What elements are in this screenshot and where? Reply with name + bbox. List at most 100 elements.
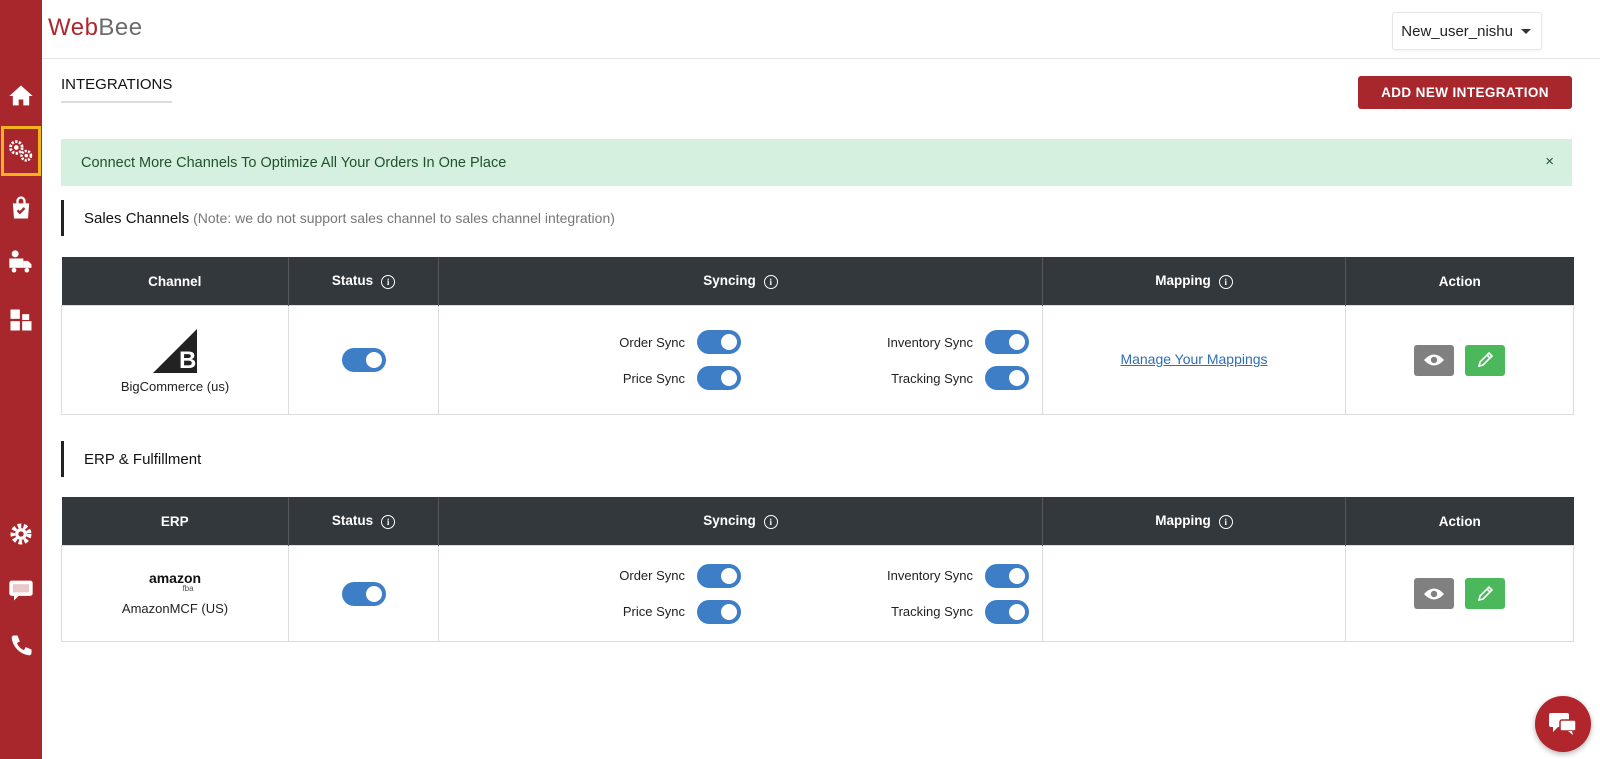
col-action: Action bbox=[1345, 497, 1574, 546]
erp-table: ERP Status i Syncing i Mapping i Action ama… bbox=[61, 497, 1574, 642]
tracking-sync-toggle[interactable] bbox=[985, 366, 1029, 390]
order-sync-toggle[interactable] bbox=[697, 563, 741, 588]
info-icon[interactable]: i bbox=[763, 274, 778, 289]
table-row: B BigCommerce (us) Order Sync Inventory … bbox=[61, 305, 1574, 415]
webbee-logo[interactable]: WebBee bbox=[48, 14, 143, 42]
col-mapping: Mapping i bbox=[1042, 257, 1346, 306]
syncing-cell: Order Sync Inventory Sync Price Sync Tra… bbox=[438, 305, 1043, 415]
status-toggle[interactable] bbox=[341, 581, 386, 606]
inventory-sync-label: Inventory Sync bbox=[887, 568, 973, 583]
tracking-sync-label: Tracking Sync bbox=[891, 370, 973, 386]
view-button[interactable] bbox=[1414, 344, 1455, 376]
table-row: amazon fba AmazonMCF (US) Order Sync Inv… bbox=[61, 545, 1574, 642]
col-mapping: Mapping i bbox=[1042, 497, 1346, 546]
edit-button[interactable] bbox=[1464, 344, 1505, 376]
integrations-gear-icon[interactable] bbox=[1, 126, 41, 176]
inventory-sync-label: Inventory Sync bbox=[887, 334, 973, 350]
live-chat-button[interactable] bbox=[1535, 696, 1591, 752]
view-button[interactable] bbox=[1414, 578, 1455, 609]
top-bar: WebBee New_user_nishu bbox=[42, 0, 1600, 59]
table-header-row: ERP Status i Syncing i Mapping i Action bbox=[61, 497, 1574, 546]
col-status: Status i bbox=[288, 497, 439, 546]
order-sync-label: Order Sync bbox=[619, 568, 685, 583]
user-name: New_user_nishu bbox=[1401, 22, 1513, 40]
inventory-sync-toggle[interactable] bbox=[985, 330, 1029, 354]
phone-icon[interactable] bbox=[5, 630, 37, 662]
action-cell bbox=[1345, 545, 1574, 642]
order-sync-label: Order Sync bbox=[619, 334, 685, 350]
home-icon[interactable] bbox=[5, 80, 37, 112]
orders-bag-icon[interactable] bbox=[5, 192, 37, 224]
logo-part-bee: Bee bbox=[98, 14, 143, 41]
edit-button[interactable] bbox=[1464, 578, 1505, 609]
col-syncing: Syncing i bbox=[438, 497, 1043, 546]
channel-cell: amazon fba AmazonMCF (US) bbox=[61, 545, 289, 642]
inventory-boxes-icon[interactable] bbox=[5, 304, 37, 336]
col-action-label: Action bbox=[1438, 513, 1481, 529]
price-sync-toggle[interactable] bbox=[697, 366, 741, 390]
page-title: INTEGRATIONS bbox=[61, 76, 173, 103]
chat-icon[interactable] bbox=[5, 574, 37, 606]
status-toggle[interactable] bbox=[341, 348, 386, 372]
tracking-sync-toggle[interactable] bbox=[985, 599, 1029, 624]
sales-channels-heading: Sales Channels (Note: we do not support … bbox=[61, 200, 615, 236]
banner-text: Connect More Channels To Optimize All Yo… bbox=[81, 154, 507, 171]
info-icon[interactable]: i bbox=[381, 514, 396, 529]
pencil-icon bbox=[1477, 351, 1493, 368]
bigcommerce-logo-icon: B bbox=[153, 328, 197, 374]
info-icon[interactable]: i bbox=[381, 274, 396, 289]
order-sync-toggle[interactable] bbox=[697, 330, 741, 354]
col-status-label: Status bbox=[331, 513, 374, 529]
col-status-label: Status bbox=[331, 273, 374, 289]
col-channel: Channel bbox=[61, 257, 289, 306]
eye-icon bbox=[1424, 354, 1445, 366]
caret-down-icon bbox=[1521, 28, 1531, 34]
channel-cell: B BigCommerce (us) bbox=[61, 305, 289, 415]
user-dropdown[interactable]: New_user_nishu bbox=[1392, 12, 1542, 50]
erp-heading: ERP & Fulfillment bbox=[61, 441, 201, 477]
eye-icon bbox=[1424, 588, 1445, 599]
sidebar bbox=[0, 0, 42, 759]
col-erp: ERP bbox=[61, 497, 289, 546]
col-syncing: Syncing i bbox=[438, 257, 1043, 306]
mapping-cell: Manage Your Mappings bbox=[1042, 305, 1346, 415]
add-new-integration-button[interactable]: ADD NEW INTEGRATION bbox=[1358, 76, 1572, 109]
banner-close-icon[interactable]: × bbox=[1545, 153, 1554, 170]
logo-part-web: Web bbox=[48, 14, 99, 41]
table-header-row: Channel Status i Syncing i Mapping i Action bbox=[61, 257, 1574, 306]
tracking-sync-label: Tracking Sync bbox=[891, 604, 973, 619]
price-sync-label: Price Sync bbox=[622, 604, 685, 619]
mapping-cell bbox=[1042, 545, 1346, 642]
sales-channels-table: Channel Status i Syncing i Mapping i Action… bbox=[61, 257, 1574, 415]
chat-bubble-icon bbox=[1549, 713, 1577, 735]
info-icon[interactable]: i bbox=[1218, 274, 1233, 289]
sales-channels-title: Sales Channels bbox=[84, 209, 190, 227]
info-banner: Connect More Channels To Optimize All Yo… bbox=[61, 139, 1572, 186]
col-mapping-label: Mapping bbox=[1155, 273, 1211, 289]
col-status: Status i bbox=[288, 257, 439, 306]
col-syncing-label: Syncing bbox=[703, 273, 756, 289]
amazon-logo-sub: fba bbox=[182, 584, 194, 593]
col-channel-label: Channel bbox=[148, 273, 202, 289]
col-action-label: Action bbox=[1438, 273, 1481, 289]
col-syncing-label: Syncing bbox=[703, 513, 756, 529]
price-sync-toggle[interactable] bbox=[697, 599, 741, 624]
action-cell bbox=[1345, 305, 1574, 415]
syncing-cell: Order Sync Inventory Sync Price Sync Tra… bbox=[438, 545, 1043, 642]
manage-mappings-link[interactable]: Manage Your Mappings bbox=[1120, 351, 1267, 367]
info-icon[interactable]: i bbox=[763, 514, 778, 529]
bigcommerce-logo-letter: B bbox=[179, 347, 196, 374]
shipping-truck-icon[interactable] bbox=[5, 246, 37, 278]
erp-title: ERP & Fulfillment bbox=[84, 450, 202, 468]
amazon-logo-word: amazon bbox=[148, 570, 202, 586]
inventory-sync-toggle[interactable] bbox=[985, 563, 1029, 588]
status-cell bbox=[288, 305, 439, 415]
info-icon[interactable]: i bbox=[1218, 514, 1233, 529]
col-action: Action bbox=[1345, 257, 1574, 306]
col-mapping-label: Mapping bbox=[1155, 513, 1211, 529]
col-erp-label: ERP bbox=[160, 513, 189, 529]
settings-gear-icon[interactable] bbox=[5, 518, 37, 550]
channel-name: AmazonMCF (US) bbox=[121, 601, 229, 616]
status-cell bbox=[288, 545, 439, 642]
sales-channels-note: (Note: we do not support sales channel t… bbox=[193, 210, 615, 226]
